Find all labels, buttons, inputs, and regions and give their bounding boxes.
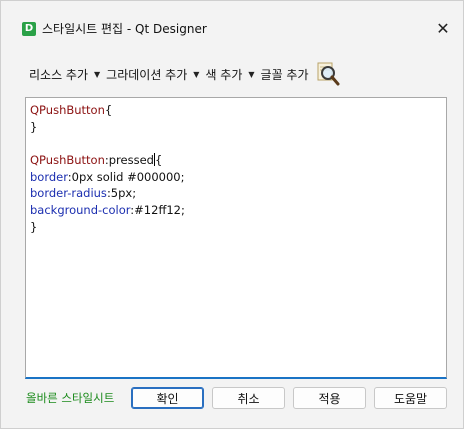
- code-line: border-radius:5px;: [30, 185, 185, 202]
- css-property: border-radius: [30, 186, 107, 201]
- css-value: }: [30, 119, 38, 134]
- add-color-label: 색 추가: [205, 67, 243, 82]
- validation-status: 올바른 스타일시트: [26, 391, 115, 405]
- dropdown-arrow-icon: ▼: [248, 69, 255, 79]
- ok-button[interactable]: 확인: [131, 387, 204, 409]
- css-value: }: [30, 219, 38, 234]
- add-font-button[interactable]: 글꼴 추가: [261, 66, 309, 83]
- add-resource-menu[interactable]: 리소스 추가 ▼: [29, 66, 100, 83]
- code-line: background-color:#12ff12;: [30, 202, 185, 219]
- code-line: }: [30, 219, 185, 236]
- css-selector: QPushButton: [30, 103, 105, 117]
- code-line: QPushButton:pressed{: [30, 152, 185, 169]
- stylesheet-text-editor[interactable]: QPushButton{} QPushButton:pressed{border:…: [25, 97, 447, 379]
- help-button[interactable]: 도움말: [374, 387, 447, 409]
- dropdown-arrow-icon: ▼: [193, 69, 200, 79]
- css-value: {: [154, 153, 163, 168]
- css-selector: QPushButton: [30, 153, 105, 168]
- css-value: :pressed: [104, 153, 154, 168]
- css-value: :0px solid #000000;: [67, 169, 185, 184]
- stylesheet-editor-dialog: D 스타일시트 편집 - Qt Designer ✕ 리소스 추가 ▼ 그라데이…: [0, 0, 464, 429]
- css-value: :#12ff12;: [130, 203, 185, 218]
- add-resource-label: 리소스 추가: [29, 67, 89, 82]
- cancel-button[interactable]: 취소: [212, 387, 285, 409]
- code-line: border:0px solid #000000;: [30, 169, 185, 186]
- add-gradient-menu[interactable]: 그라데이션 추가 ▼: [106, 66, 199, 83]
- title-bar: D 스타일시트 편집 - Qt Designer ✕: [1, 1, 463, 38]
- window-title: 스타일시트 편집 - Qt Designer: [42, 22, 207, 36]
- add-font-label: 글꼴 추가: [260, 67, 309, 82]
- dropdown-arrow-icon: ▼: [94, 69, 101, 79]
- apply-button[interactable]: 적용: [293, 387, 366, 409]
- css-property: border: [30, 169, 68, 184]
- code-line: QPushButton{: [30, 102, 185, 119]
- code-line: }: [30, 119, 185, 136]
- qt-designer-app-icon: D: [22, 22, 36, 36]
- toolbar: 리소스 추가 ▼ 그라데이션 추가 ▼ 색 추가 ▼ 글꼴 추가: [29, 61, 341, 87]
- close-button[interactable]: ✕: [429, 15, 457, 43]
- add-color-menu[interactable]: 색 추가 ▼: [205, 66, 254, 83]
- css-value: :5px;: [106, 186, 137, 201]
- css-value: {: [104, 103, 113, 117]
- magnifier-icon[interactable]: [315, 61, 341, 87]
- css-property: background-color: [30, 203, 131, 218]
- code-content: QPushButton{} QPushButton:pressed{border:…: [30, 102, 185, 236]
- add-gradient-label: 그라데이션 추가: [106, 67, 188, 82]
